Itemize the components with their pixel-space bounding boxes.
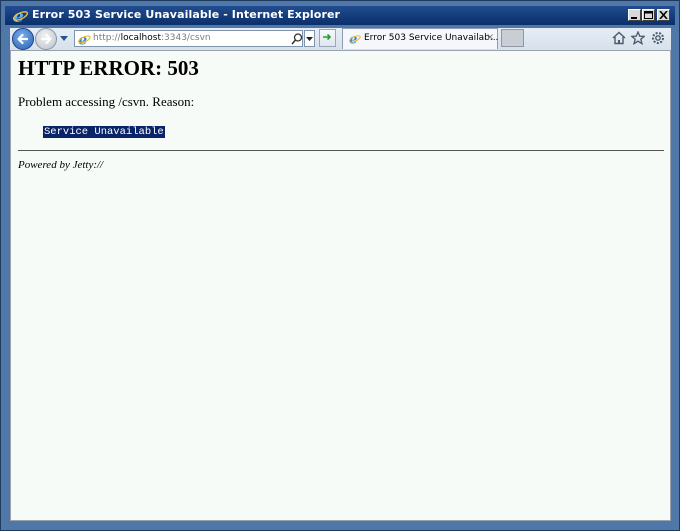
ie-logo-icon: e [349, 32, 361, 45]
refresh-icon [323, 33, 332, 41]
tab-current[interactable]: e Error 503 Service Unavailab... × [342, 28, 498, 49]
navigation-toolbar: e http://localhost:3343/csvn e Error 503… [10, 28, 671, 50]
close-button[interactable] [657, 9, 670, 21]
maximize-icon [644, 11, 653, 19]
ie-logo-icon: e [12, 7, 28, 24]
browser-window: e Error 503 Service Unavailable - Intern… [0, 0, 680, 531]
svg-text:e: e [13, 7, 24, 24]
address-url[interactable]: http://localhost:3343/csvn [93, 33, 211, 43]
divider [18, 150, 664, 151]
forward-button[interactable] [35, 28, 57, 50]
gear-icon[interactable] [651, 31, 665, 45]
address-dropdown-button[interactable] [304, 30, 315, 47]
url-scheme: http:// [93, 33, 121, 43]
search-icon[interactable] [291, 33, 303, 45]
reason-block: Service Unavailable [43, 121, 664, 139]
back-arrow-icon [17, 33, 29, 45]
title-bar[interactable]: e Error 503 Service Unavailable - Intern… [5, 6, 675, 25]
url-host: localhost [120, 33, 161, 43]
reason-text: Service Unavailable [43, 126, 165, 138]
address-bar[interactable]: e http://localhost:3343/csvn [74, 30, 303, 47]
tab-title: Error 503 Service Unavailab... [364, 33, 499, 43]
tab-close-button[interactable]: × [486, 32, 494, 43]
powered-by-text: Powered by Jetty:// [18, 159, 104, 171]
home-icon[interactable] [612, 31, 626, 45]
page-content: HTTP ERROR: 503 Problem accessing /csvn.… [18, 55, 664, 171]
page-heading: HTTP ERROR: 503 [18, 56, 199, 80]
maximize-button[interactable] [642, 9, 655, 21]
recent-pages-dropdown-icon[interactable] [60, 36, 69, 42]
minimize-button[interactable] [628, 9, 641, 21]
back-button[interactable] [12, 28, 34, 50]
url-path: :3343/csvn [160, 33, 211, 43]
forward-arrow-icon [40, 33, 52, 45]
window-title: Error 503 Service Unavailable - Internet… [32, 8, 341, 21]
page-viewport: HTTP ERROR: 503 Problem accessing /csvn.… [10, 50, 671, 521]
star-icon[interactable] [631, 31, 645, 45]
new-tab-button[interactable] [501, 29, 524, 47]
close-icon [659, 11, 668, 19]
minimize-icon [631, 17, 637, 19]
dropdown-icon [306, 37, 313, 41]
refresh-button[interactable] [319, 29, 336, 47]
problem-text: Problem accessing /csvn. Reason: [18, 94, 195, 109]
ie-logo-icon: e [78, 32, 91, 46]
